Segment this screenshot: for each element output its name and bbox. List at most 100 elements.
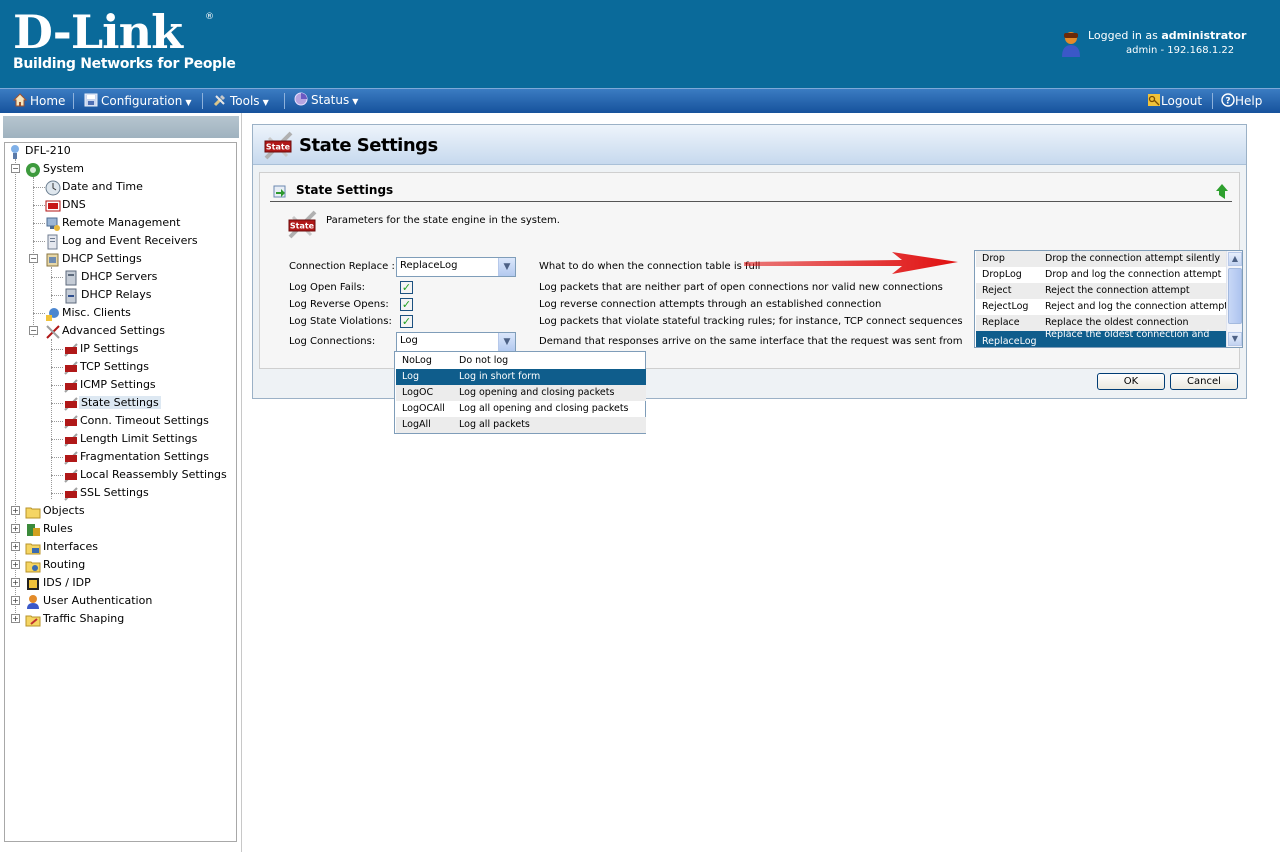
dropdown-option[interactable]: RejectLog Reject and log the connection a… [976,299,1228,315]
tree-rules[interactable]: Rules [25,521,73,539]
navigation-pane-header [3,116,239,138]
log-connections-dropdown[interactable]: NoLog Do not log Log Log in short form Log… [394,351,646,434]
tree-state-settings[interactable]: State Settings [63,395,161,413]
tree-dhcp-servers[interactable]: DHCP Servers [63,269,157,287]
log-open-fails-checkbox[interactable]: ✓ [400,281,413,294]
chevron-down-icon[interactable]: ▼ [498,258,515,276]
expand-ids-idp[interactable]: + [11,578,20,587]
tree-root-dfl210[interactable]: DFL-210 [9,143,71,161]
home-icon [13,93,27,107]
collapse-dhcp-settings[interactable]: − [29,254,38,263]
expand-routing[interactable]: + [11,560,20,569]
page-title: State Settings [299,135,438,156]
tree-ids-idp[interactable]: IDS / IDP [25,575,91,593]
dropdown-option[interactable]: LogOC Log opening and closing packets [396,385,646,401]
tree-objects[interactable]: Objects [25,503,85,521]
tree-tcp-settings[interactable]: TCP Settings [63,359,149,377]
expand-interfaces[interactable]: + [11,542,20,551]
ip-settings-icon [64,343,78,357]
tree-remote-management[interactable]: Remote Management [45,215,180,233]
log-reverse-opens-label: Log Reverse Opens: [289,299,389,310]
tree-date-time[interactable]: Date and Time [45,179,143,197]
svg-text:State: State [290,222,315,231]
remote-management-icon [46,217,60,231]
tree-user-authentication[interactable]: User Authentication [25,593,152,611]
status-icon [294,92,308,106]
cancel-button[interactable]: Cancel [1170,373,1238,390]
log-open-fails-label: Log Open Fails: [289,282,366,293]
tree-fragmentation-settings[interactable]: Fragmentation Settings [63,449,209,467]
local-reassembly-icon [64,469,78,483]
log-connections-select[interactable]: Log ▼ [396,332,516,352]
dhcp-settings-icon [46,253,59,267]
tree-conn-timeout-settings[interactable]: Conn. Timeout Settings [63,413,209,431]
dropdown-option-selected[interactable]: Log Log in short form [396,369,646,385]
panel-header: State State Settings [253,125,1246,165]
dropdown-option[interactable]: LogAll Log all packets [396,417,646,433]
dropdown-option[interactable]: NoLog Do not log [396,353,646,369]
server-icon [65,270,77,286]
dropdown-option[interactable]: LogOCAll Log all opening and closing pack… [396,401,646,417]
interfaces-icon [25,543,41,555]
tree-interfaces[interactable]: Interfaces [25,539,98,557]
log-reverse-opens-checkbox[interactable]: ✓ [400,298,413,311]
menu-home[interactable]: Home [13,93,65,111]
tree-local-reassembly-settings[interactable]: Local Reassembly Settings [63,467,227,485]
tree-length-limit-settings[interactable]: Length Limit Settings [63,431,197,449]
expand-objects[interactable]: + [11,506,20,515]
tree-ip-settings[interactable]: IP Settings [63,341,139,359]
tree-system[interactable]: System [25,161,84,179]
scroll-up-icon[interactable]: ▲ [1228,252,1242,266]
dropdown-option-selected[interactable]: ReplaceLog Replace the oldest connection … [976,329,1227,347]
ssl-settings-icon [64,487,78,501]
state-params-icon: State [288,210,317,239]
menu-logout[interactable]: Logout [1147,93,1202,111]
connection-replace-dropdown[interactable]: Drop Drop the connection attempt silently… [974,250,1243,348]
dropdown-scrollbar[interactable]: ▲ ▼ [1226,251,1242,347]
log-connections-desc: Demand that responses arrive on the same… [539,336,963,347]
back-arrow-icon[interactable] [1213,183,1229,201]
menu-status[interactable]: Status ▼ [294,92,358,110]
tree-icmp-settings[interactable]: ICMP Settings [63,377,156,395]
icmp-settings-icon [64,379,78,393]
tree-dhcp-settings[interactable]: DHCP Settings [45,251,142,269]
logged-in-text: Logged in as administrator [1088,29,1247,42]
tree-log-event-receivers[interactable]: Log and Event Receivers [45,233,198,251]
scroll-thumb[interactable] [1228,268,1242,324]
expand-traffic-shaping[interactable]: + [11,614,20,623]
navigation-tree: DFL-210 − System Date and Time DNS Remot… [4,142,237,842]
dropdown-option[interactable]: DropLog Drop and log the connection attem… [976,267,1227,283]
scroll-down-icon[interactable]: ▼ [1228,332,1242,346]
system-gear-icon [26,163,40,177]
menu-tools[interactable]: Tools ▼ [213,93,269,111]
expand-rules[interactable]: + [11,524,20,533]
expand-user-authentication[interactable]: + [11,596,20,605]
ok-button[interactable]: OK [1097,373,1165,390]
length-limit-icon [64,433,78,447]
collapse-system[interactable]: − [11,164,20,173]
edit-arrow-icon [273,185,286,198]
dropdown-option[interactable]: Drop Drop the connection attempt silently [976,251,1227,267]
tree-dns[interactable]: DNS [45,197,86,215]
params-description: Parameters for the state engine in the s… [326,215,560,226]
menu-help[interactable]: ? Help [1221,93,1262,111]
tree-misc-clients[interactable]: Misc. Clients [45,305,131,323]
tree-traffic-shaping[interactable]: Traffic Shaping [25,611,124,629]
log-state-violations-checkbox[interactable]: ✓ [400,315,413,328]
collapse-advanced-settings[interactable]: − [29,326,38,335]
log-state-violations-label: Log State Violations: [289,316,392,327]
menu-configuration[interactable]: Configuration ▼ [84,93,192,111]
section-divider [270,201,1232,202]
tree-routing[interactable]: Routing [25,557,85,575]
rules-icon [27,524,40,536]
chevron-down-icon[interactable]: ▼ [498,333,515,351]
advanced-settings-icon [46,325,60,339]
tree-dhcp-relays[interactable]: DHCP Relays [63,287,152,305]
logo-registered-mark: ® [205,12,214,22]
connection-replace-select[interactable]: ReplaceLog ▼ [396,257,516,277]
tree-advanced-settings[interactable]: Advanced Settings [45,323,165,341]
tree-ssl-settings[interactable]: SSL Settings [63,485,149,503]
dropdown-option[interactable]: Reject Reject the connection attempt [976,283,1227,299]
folder-icon [25,507,41,519]
misc-clients-icon [46,308,59,321]
